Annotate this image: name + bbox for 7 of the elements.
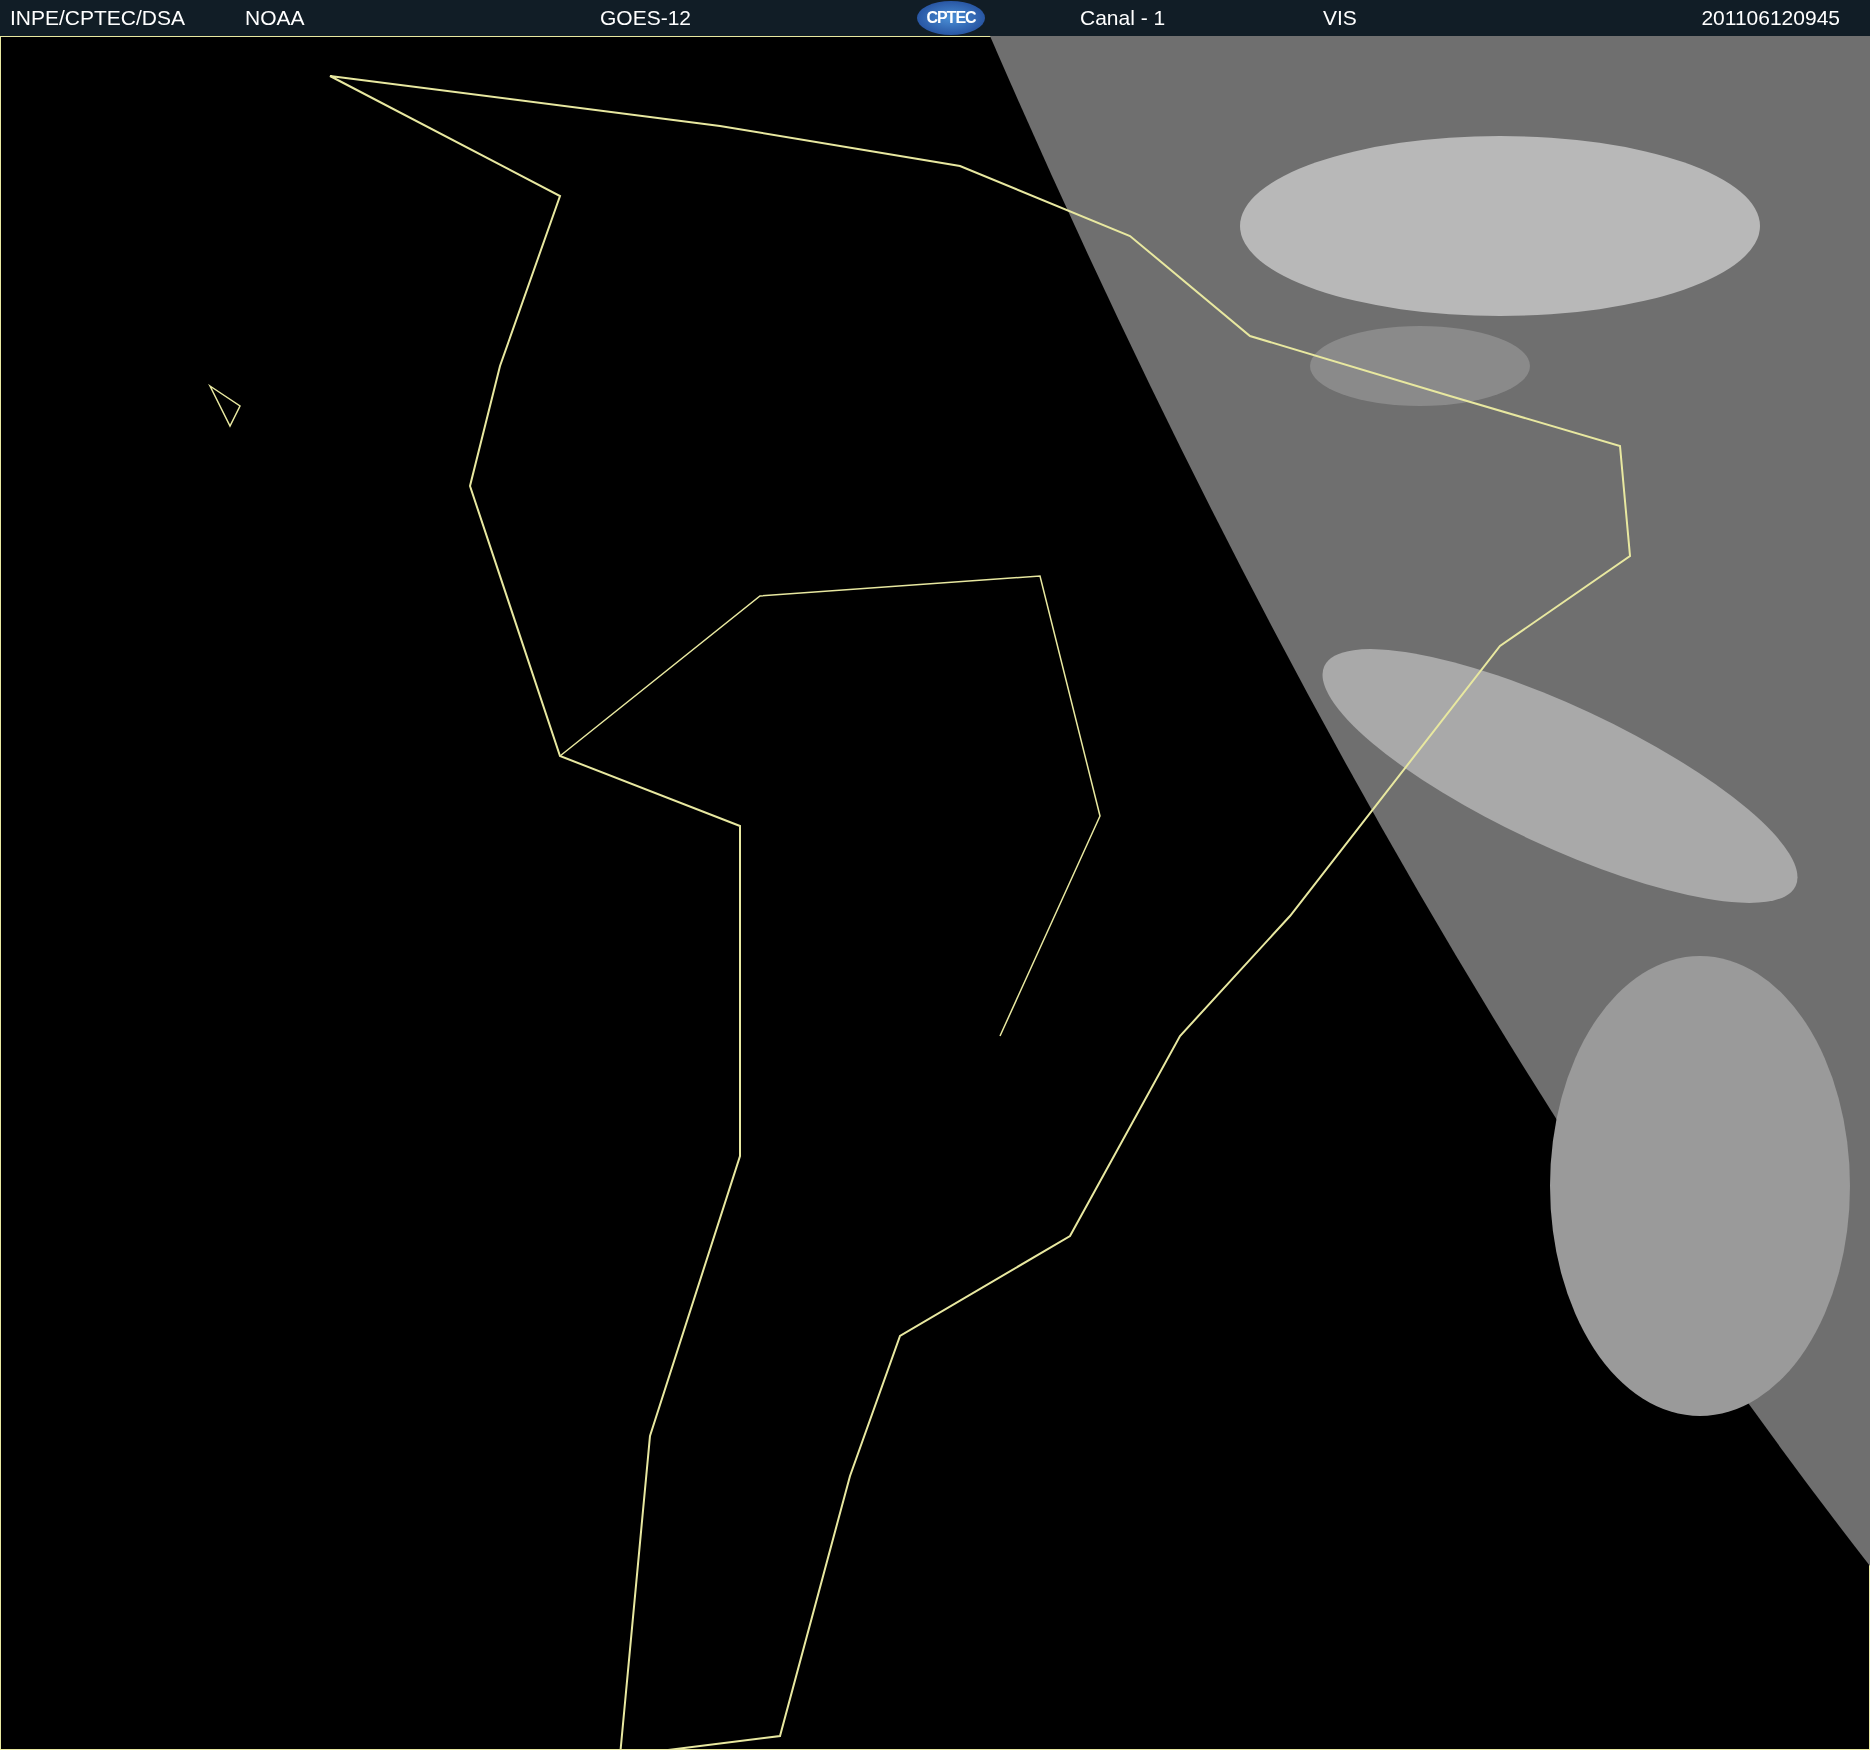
logo: CPTEC [917, 1, 985, 35]
header-label: NOAA [245, 5, 306, 32]
header-label: GOES-12 [600, 5, 693, 32]
header-label: 201106120945 [1701, 5, 1840, 32]
header-label: INPE/CPTEC/DSA [10, 5, 187, 32]
header-label: Canal - 1 [1080, 5, 1167, 32]
header-label: VIS [1323, 5, 1358, 32]
